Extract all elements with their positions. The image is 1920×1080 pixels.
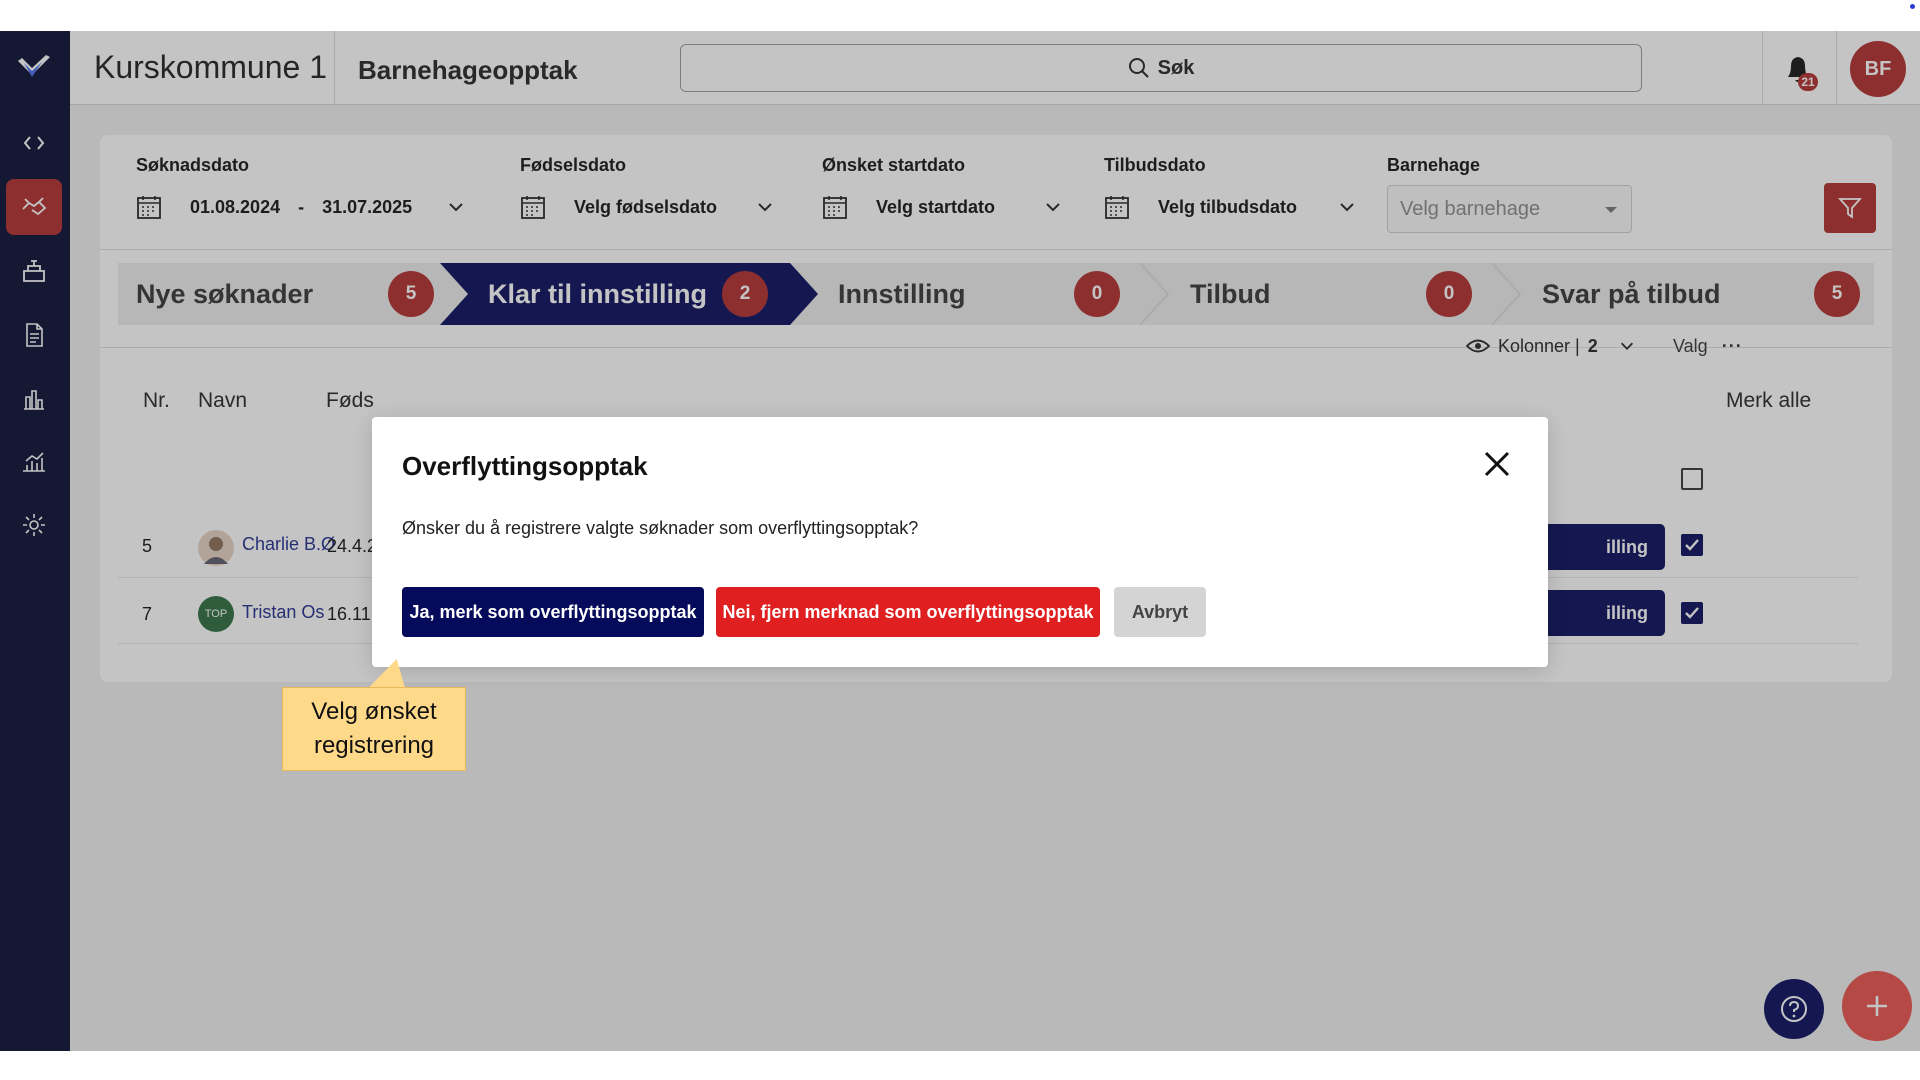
confirm-overflytting-button[interactable]: Ja, merk som overflyttingsopptak: [402, 587, 704, 637]
overflytting-dialog: Overflyttingsopptak Ønsker du å registre…: [372, 417, 1548, 667]
close-icon[interactable]: [1480, 447, 1514, 481]
app-screen: Kurskommune 1 Barnehageopptak Søk 21 BF …: [0, 31, 1920, 1051]
callout-line: registrering: [313, 732, 435, 759]
cancel-button[interactable]: Avbryt: [1114, 587, 1206, 637]
dialog-title: Overflyttingsopptak: [402, 451, 648, 481]
dialog-message: Ønsker du å registrere valgte søknader s…: [402, 518, 919, 538]
remove-overflytting-button[interactable]: Nei, fjern merknad som overflyttingsoppt…: [716, 587, 1100, 637]
callout-line: Velg ønsket: [311, 698, 437, 725]
tutorial-callout: Velg ønsket registrering: [282, 687, 466, 771]
corner-indicator: [1910, 4, 1915, 9]
